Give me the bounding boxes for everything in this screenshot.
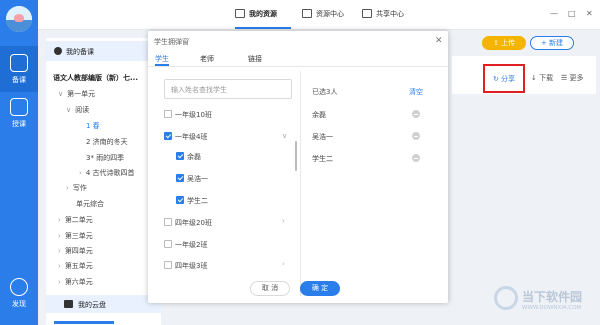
user-icon xyxy=(54,47,62,55)
chevron-right-icon[interactable]: › xyxy=(282,217,285,225)
panel-scrollbar[interactable] xyxy=(54,321,114,324)
share-dialog: 学生拥弹窗 ✕ 学生 老师 链接 输入姓名查找学生 一年级10班 一年级4班 ∨… xyxy=(148,31,448,303)
tab-divider xyxy=(148,66,448,67)
upload-button[interactable]: ⇧ 上传 xyxy=(482,36,526,50)
my-cloud-item[interactable]: 我的云盘 xyxy=(46,295,161,313)
class-row[interactable]: 一年级10班 xyxy=(164,110,212,120)
tree-node[interactable]: 单元综合 xyxy=(76,199,104,209)
student-row[interactable]: 余磊 xyxy=(176,152,201,162)
clear-button[interactable]: 清空 xyxy=(409,87,423,97)
class-row[interactable]: 四年级3班 xyxy=(164,261,207,271)
tree-node[interactable]: › 第六单元 xyxy=(58,277,93,287)
active-tab-indicator xyxy=(235,27,291,29)
confirm-button[interactable]: 确 定 xyxy=(300,281,340,296)
tree-node[interactable]: › 4 古代诗歌四首 xyxy=(79,168,135,178)
tree-node[interactable]: › 第四单元 xyxy=(58,246,93,256)
tab-students[interactable]: 学生 xyxy=(155,54,169,66)
watermark-logo-icon xyxy=(494,286,518,310)
close-dialog-button[interactable]: ✕ xyxy=(435,36,443,46)
tree-node[interactable]: › 第二单元 xyxy=(58,215,93,225)
book-icon xyxy=(10,54,28,72)
folder-icon xyxy=(302,9,312,18)
download-button[interactable]: ↓ 下载 xyxy=(531,73,553,83)
share-button[interactable]: ↻ 分享 xyxy=(483,64,525,93)
rail-item-teach[interactable]: 授课 xyxy=(0,98,38,134)
class-row[interactable]: 一年级4班 xyxy=(164,132,207,142)
checkbox-checked[interactable] xyxy=(164,132,172,140)
share-icon: ↻ xyxy=(492,75,499,83)
compass-icon xyxy=(10,278,28,296)
tree-node[interactable]: 2 济南的冬天 xyxy=(86,137,128,147)
tab-link[interactable]: 链接 xyxy=(248,54,262,64)
checkbox-checked[interactable] xyxy=(176,174,184,182)
panel-divider xyxy=(300,71,301,296)
top-bar: 我的资源 资源中心 共享中心 — □ ✕ xyxy=(38,0,600,30)
tree-node[interactable]: ∨ 阅读 xyxy=(66,105,89,115)
checkbox-checked[interactable] xyxy=(176,152,184,160)
class-row[interactable]: 四年级20班 xyxy=(164,218,212,228)
rail-item-discover[interactable]: 发现 xyxy=(0,278,38,314)
selected-student: 余磊 xyxy=(312,111,326,119)
tab-share-center[interactable]: 共享中心 xyxy=(362,9,404,19)
selected-student: 吴浩一 xyxy=(312,133,333,141)
tree-node[interactable]: 3* 雨的四季 xyxy=(86,153,124,163)
student-row[interactable]: 学生二 xyxy=(176,196,208,206)
course-tree-panel: 我的备课 语文人教部编版（新）七... ∨ 第一单元 ∨ 阅读 1 春 2 济南的冬… xyxy=(46,38,161,325)
remove-icon[interactable] xyxy=(412,132,420,140)
my-lesson-item[interactable]: 我的备课 xyxy=(46,41,161,61)
class-row[interactable]: 一年级2班 xyxy=(164,240,207,250)
tab-teachers[interactable]: 老师 xyxy=(200,54,214,64)
selected-count: 已选3人 xyxy=(312,88,338,96)
cloud-drive-icon xyxy=(64,300,73,308)
checkbox[interactable] xyxy=(164,218,172,226)
selected-student: 学生二 xyxy=(312,155,333,163)
tree-node[interactable]: ∨ 第一单元 xyxy=(58,89,95,99)
remove-icon[interactable] xyxy=(412,154,420,162)
maximize-button[interactable]: □ xyxy=(568,9,576,18)
rail-item-prepare[interactable]: 备课 xyxy=(0,46,38,92)
presentation-icon xyxy=(10,98,28,116)
chevron-down-icon[interactable]: ∨ xyxy=(282,132,287,140)
close-window-button[interactable]: ✕ xyxy=(586,9,593,18)
tree-node[interactable]: › 第三单元 xyxy=(58,231,93,241)
folder-icon xyxy=(235,9,245,18)
share-box-icon xyxy=(362,9,372,18)
cancel-button[interactable]: 取 消 xyxy=(250,281,290,296)
tree-node[interactable]: › 写作 xyxy=(66,183,87,193)
remove-icon[interactable] xyxy=(412,110,420,118)
student-row[interactable]: 吴浩一 xyxy=(176,174,208,184)
tree-node-selected[interactable]: 1 春 xyxy=(86,121,100,131)
left-rail: 备课 授课 发现 xyxy=(0,0,38,325)
checkbox[interactable] xyxy=(164,261,172,269)
menu-icon: ☰ xyxy=(561,74,568,82)
tab-my-resources[interactable]: 我的资源 xyxy=(235,9,291,29)
new-button[interactable]: + 新建 xyxy=(530,36,574,50)
avatar[interactable] xyxy=(6,6,32,32)
student-search-input[interactable]: 输入姓名查找学生 xyxy=(164,79,292,99)
download-icon: ↓ xyxy=(531,74,537,82)
minimize-button[interactable]: — xyxy=(550,9,558,18)
tree-node[interactable]: › 第五单元 xyxy=(58,261,93,271)
dialog-title: 学生拥弹窗 xyxy=(154,38,189,46)
tab-resource-center[interactable]: 资源中心 xyxy=(302,9,344,19)
watermark: 当下软件园 WWW.DOWNXIA.COM xyxy=(494,286,598,316)
checkbox[interactable] xyxy=(164,240,172,248)
more-button[interactable]: ☰ 更多 xyxy=(561,73,584,83)
checkbox[interactable] xyxy=(164,110,172,118)
list-scrollbar[interactable] xyxy=(295,141,297,171)
checkbox-checked[interactable] xyxy=(176,196,184,204)
book-title[interactable]: 语文人教部编版（新）七... xyxy=(53,73,138,83)
chevron-right-icon[interactable]: › xyxy=(282,260,285,268)
